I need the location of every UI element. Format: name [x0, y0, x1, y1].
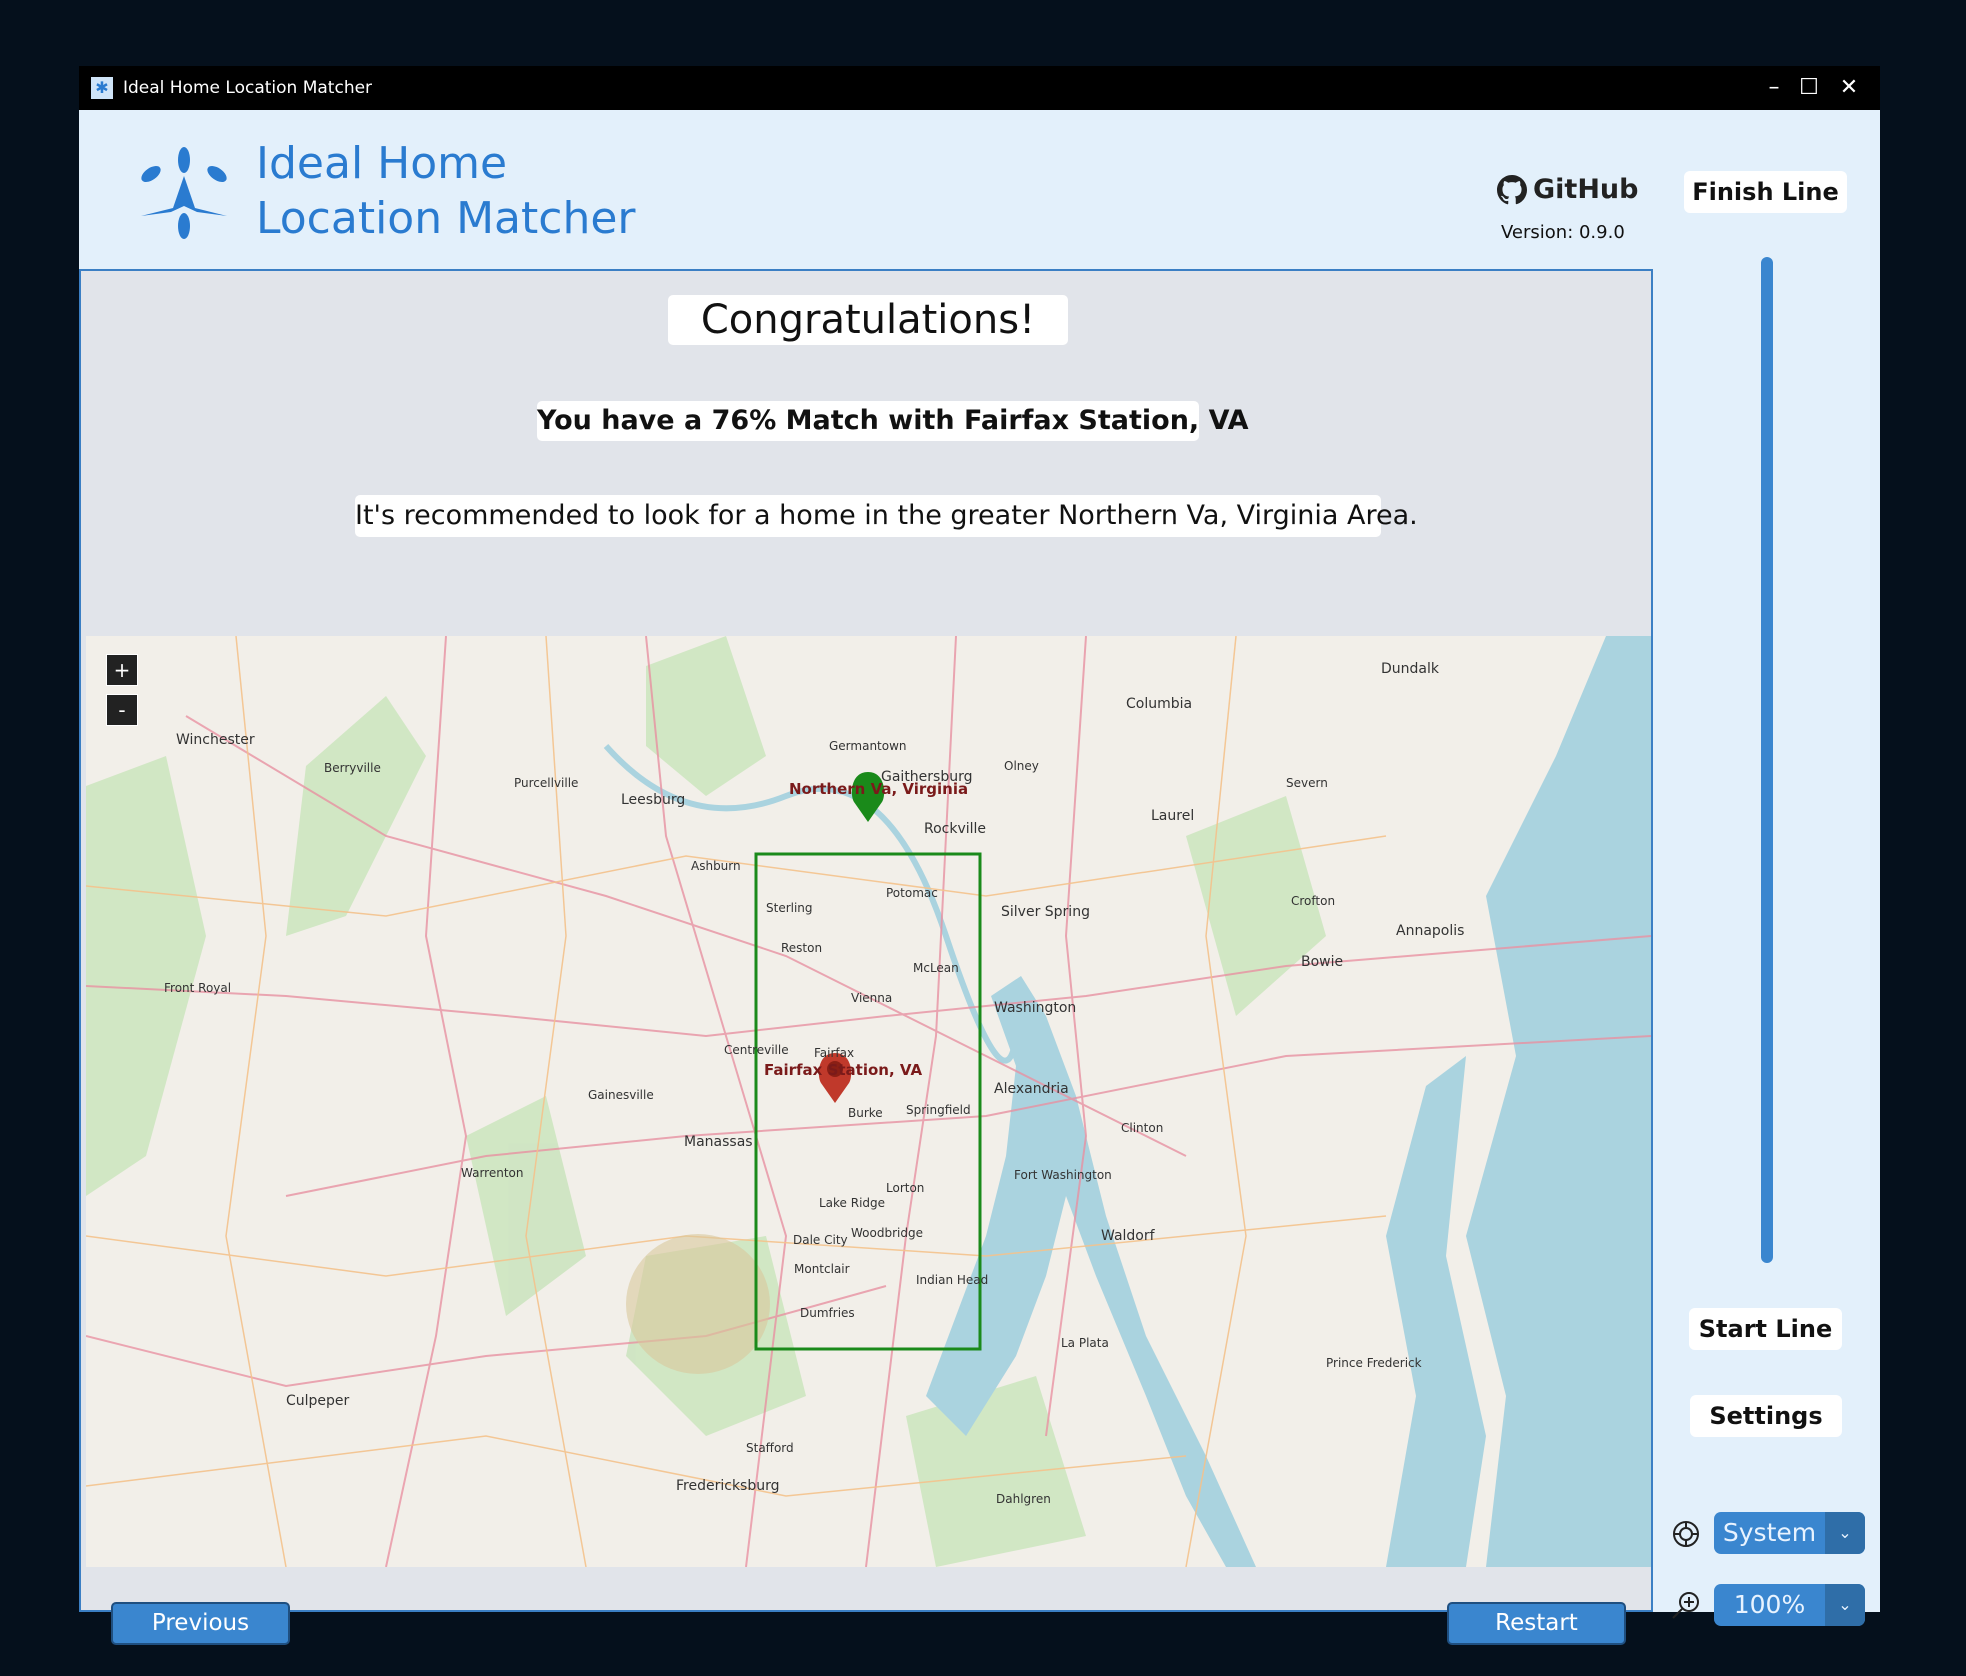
- map-place-label: Reston: [781, 941, 823, 955]
- map-place-label: Bowie: [1301, 954, 1344, 970]
- theme-icon: [1673, 1521, 1699, 1547]
- match-text: You have a 76% Match with Fairfax Statio…: [537, 401, 1249, 441]
- map-place-label: Front Royal: [164, 981, 232, 995]
- map-place-label: Laurel: [1151, 808, 1195, 824]
- quantico-area: [626, 1234, 770, 1374]
- map-place-label: Prince Frederick: [1326, 1356, 1422, 1370]
- map-place-label: Fairfax: [814, 1046, 855, 1060]
- map-zoom-out-button[interactable]: -: [106, 694, 138, 726]
- match-location-label: Fairfax Station, VA: [764, 1061, 923, 1079]
- zoom-value: 100%: [1733, 1590, 1806, 1619]
- map-place-label: Stafford: [746, 1441, 794, 1455]
- map-place-label: Vienna: [851, 991, 893, 1005]
- chevron-down-icon[interactable]: ⌄: [1825, 1512, 1865, 1554]
- map-place-label: Sterling: [766, 901, 813, 915]
- close-button[interactable]: ✕: [1814, 66, 1884, 110]
- map-place-label: Waldorf: [1101, 1228, 1155, 1244]
- map-place-label: Dumfries: [800, 1306, 855, 1320]
- github-link[interactable]: GitHub: [1497, 174, 1638, 205]
- map-place-label: Montclair: [794, 1262, 850, 1276]
- map-place-label: Annapolis: [1396, 923, 1465, 939]
- previous-button[interactable]: Previous: [111, 1602, 290, 1645]
- map-place-label: Fort Washington: [1014, 1168, 1112, 1182]
- map-place-label: Lake Ridge: [819, 1196, 886, 1210]
- map-place-label: Rockville: [924, 821, 987, 837]
- app-icon: ✱: [91, 77, 113, 99]
- map-place-label: Gainesville: [588, 1088, 654, 1102]
- app-title: Ideal Home Location Matcher: [256, 136, 636, 246]
- map-place-label: Crofton: [1291, 894, 1336, 908]
- map-place-label: Purcellville: [514, 776, 579, 790]
- theme-value: System: [1722, 1518, 1817, 1547]
- map-place-label: Potomac: [886, 886, 938, 900]
- results-panel: Congratulations! You have a 76% Match wi…: [79, 271, 1653, 1645]
- map-place-label: Dahlgren: [996, 1492, 1051, 1506]
- map-place-label: Dundalk: [1381, 661, 1439, 677]
- map-place-label: Clinton: [1121, 1121, 1164, 1135]
- map-place-label: Alexandria: [994, 1081, 1069, 1097]
- congrats-heading: Congratulations!: [668, 295, 1068, 345]
- app-title-line1: Ideal Home: [256, 138, 508, 189]
- map-place-label: McLean: [913, 961, 959, 975]
- map-place-label: Winchester: [176, 732, 255, 748]
- map-tiles: [86, 636, 1651, 1567]
- map-place-label: Indian Head: [916, 1273, 989, 1287]
- map-place-label: Germantown: [829, 739, 907, 753]
- map-place-label: Woodbridge: [851, 1226, 923, 1240]
- map-place-label: Silver Spring: [1001, 904, 1090, 920]
- map-place-label: Centreville: [724, 1043, 789, 1057]
- finish-line-button[interactable]: Finish Line: [1684, 171, 1847, 213]
- map-zoom-in-button[interactable]: +: [106, 654, 138, 686]
- settings-button[interactable]: Settings: [1690, 1395, 1842, 1437]
- map-view[interactable]: + - Northern Va, Virginia Fairfax Statio…: [86, 636, 1651, 1567]
- map-place-label: Culpeper: [286, 1393, 350, 1409]
- map-place-label: Leesburg: [621, 792, 686, 808]
- map-place-label: Lorton: [886, 1181, 925, 1195]
- map-place-label: Fredericksburg: [676, 1478, 780, 1494]
- title-bar: ✱ Ideal Home Location Matcher – ☐ ✕: [79, 66, 1880, 110]
- window-title: Ideal Home Location Matcher: [123, 78, 373, 98]
- app-window: ✱ Ideal Home Location Matcher – ☐ ✕ Idea…: [79, 66, 1880, 1645]
- map-place-label: Severn: [1286, 776, 1328, 790]
- map-place-label: Gaithersburg: [881, 769, 973, 785]
- map-place-label: Washington: [994, 1000, 1077, 1016]
- start-line-button[interactable]: Start Line: [1689, 1308, 1842, 1350]
- github-label: GitHub: [1533, 174, 1639, 205]
- map-place-label: Ashburn: [691, 859, 741, 873]
- zoom-icon: [1672, 1592, 1699, 1619]
- github-icon: [1497, 174, 1527, 204]
- map-place-label: Columbia: [1126, 696, 1193, 712]
- header: Ideal Home Location Matcher GitHub Versi…: [79, 110, 1653, 271]
- map-place-label: La Plata: [1061, 1336, 1109, 1350]
- logo-icon: [141, 147, 227, 239]
- sidebar: Finish Line Start Line Settings System ⌄ …: [1653, 110, 1880, 1626]
- chevron-down-icon[interactable]: ⌄: [1825, 1584, 1865, 1626]
- restart-button[interactable]: Restart: [1447, 1602, 1626, 1645]
- version-label: Version: 0.9.0: [1501, 222, 1625, 243]
- recommendation-text: It's recommended to look for a home in t…: [355, 495, 1418, 537]
- progress-slider[interactable]: [1761, 257, 1773, 1263]
- zoom-dropdown[interactable]: 100% ⌄: [1714, 1584, 1865, 1626]
- map-place-label: Berryville: [324, 761, 381, 775]
- map-place-label: Olney: [1004, 759, 1039, 773]
- app-title-line2: Location Matcher: [256, 193, 636, 244]
- map-place-label: Dale City: [793, 1233, 848, 1247]
- map-place-label: Manassas: [684, 1134, 753, 1150]
- map-place-label: Burke: [848, 1106, 883, 1120]
- theme-dropdown[interactable]: System ⌄: [1714, 1512, 1865, 1554]
- map-place-label: Springfield: [906, 1103, 971, 1117]
- map-place-label: Warrenton: [461, 1166, 524, 1180]
